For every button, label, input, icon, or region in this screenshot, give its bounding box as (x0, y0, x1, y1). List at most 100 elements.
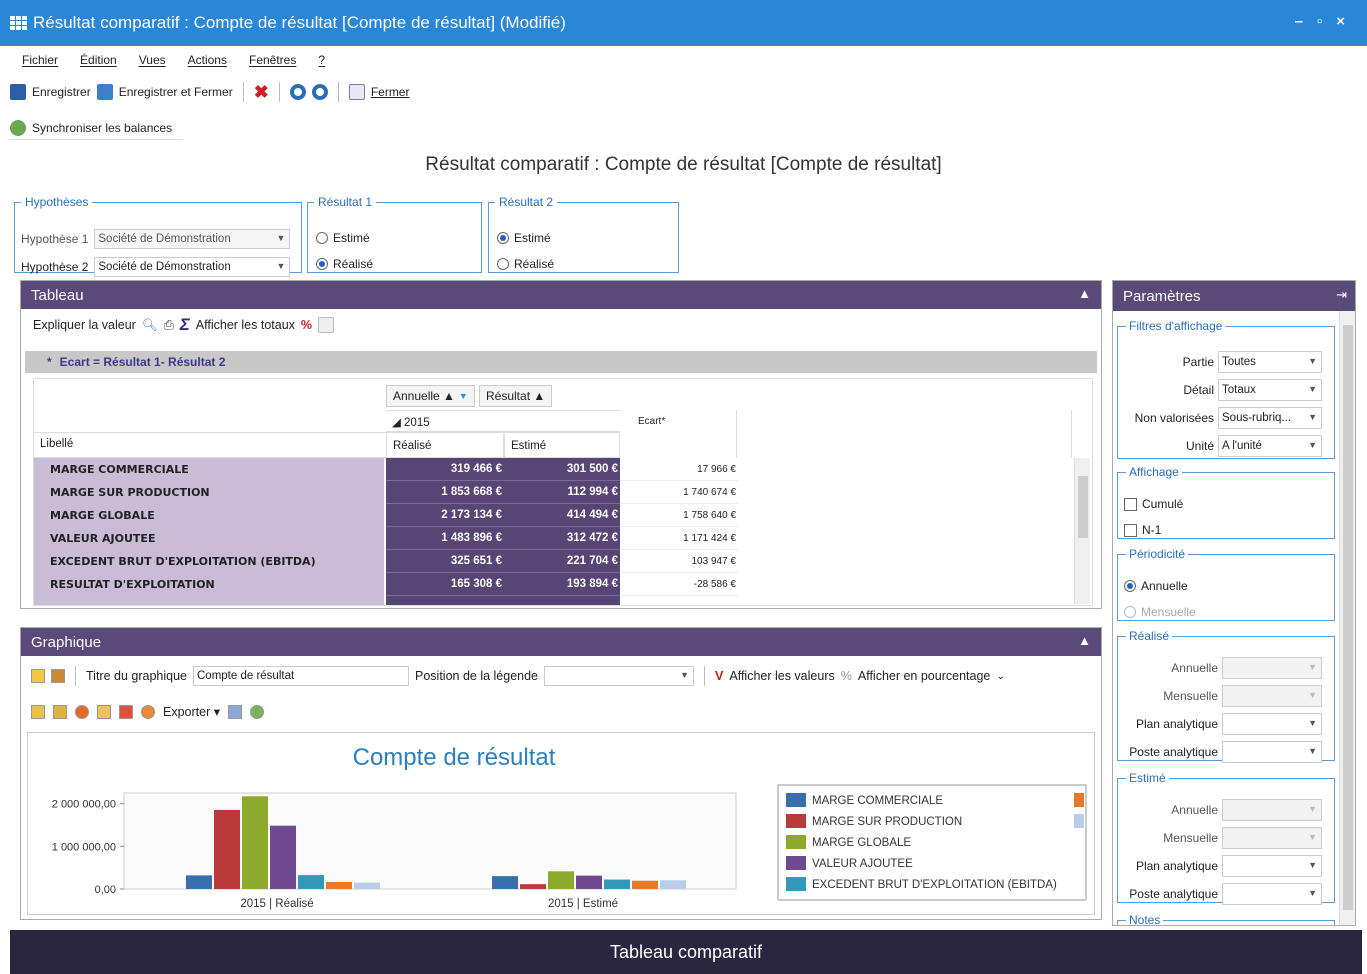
year-header[interactable]: ◢ 2015 (386, 410, 620, 432)
estime-header[interactable]: Estimé (504, 432, 620, 458)
estime-mensuelle-select[interactable]: ▼ (1222, 827, 1322, 849)
menu-fichier[interactable]: Fichier (22, 53, 58, 67)
radio-button[interactable] (497, 258, 509, 270)
estime-annuelle-select[interactable]: ▼ (1222, 799, 1322, 821)
save-close-icon[interactable] (96, 84, 113, 100)
ecart-cell[interactable]: 1 171 424 € (620, 527, 738, 550)
next-icon[interactable] (311, 84, 328, 100)
radio-button[interactable] (316, 232, 328, 244)
refresh-icon[interactable] (250, 704, 264, 719)
ecart-cell[interactable]: 1 758 640 € (620, 504, 738, 527)
percent-icon[interactable]: % (841, 669, 852, 683)
realise-cell[interactable]: 319 466 € (386, 458, 504, 481)
realise-header[interactable]: Réalisé (386, 432, 504, 458)
chevron-down-icon[interactable]: ⌄ (996, 671, 1004, 682)
realise-cell[interactable]: 1 853 668 € (386, 481, 504, 504)
resultat1-realise-option[interactable]: Réalisé (316, 257, 373, 271)
hbar-chart-icon[interactable] (97, 704, 111, 719)
realise-cell[interactable]: 1 483 896 € (386, 527, 504, 550)
close-window-button[interactable]: × (1336, 13, 1345, 30)
palette-icon[interactable] (51, 669, 65, 683)
pin-icon[interactable]: ⇥ (1336, 287, 1347, 303)
grid-view-icon[interactable] (31, 669, 45, 683)
close-button[interactable]: Fermer (371, 85, 410, 99)
scrollbar-thumb[interactable] (1078, 476, 1088, 538)
show-values-button[interactable]: Afficher les valeurs (729, 669, 834, 683)
radio-button[interactable] (1124, 606, 1136, 618)
partie-select[interactable]: Toutes ▼ (1218, 351, 1322, 373)
resultat2-realise-option[interactable]: Réalisé (497, 257, 554, 271)
maximize-button[interactable]: ▫ (1317, 13, 1322, 30)
area-chart-icon[interactable] (119, 704, 133, 719)
ecart-cell[interactable]: -28 586 € (620, 573, 738, 596)
filter-icon[interactable]: ▼ (459, 391, 468, 401)
table-scrollbar[interactable] (1074, 458, 1090, 604)
unite-select[interactable]: A l'unité ▼ (1218, 435, 1322, 457)
donut-chart-icon[interactable] (141, 704, 155, 719)
ecart-cell[interactable]: 103 947 € (620, 550, 738, 573)
ecart-cell[interactable]: 1 740 674 € (620, 481, 738, 504)
radio-button-selected[interactable] (1124, 580, 1136, 592)
collapse-icon[interactable]: ▲ (1078, 286, 1091, 301)
estime-cell[interactable]: 312 472 € (504, 527, 620, 550)
pivot-field-resultat[interactable]: Résultat ▲ (479, 385, 553, 407)
sync-icon[interactable] (10, 119, 26, 136)
pivot-field-annuelle[interactable]: Annuelle ▲ ▼ (386, 385, 475, 407)
save-button[interactable]: Enregistrer (32, 85, 91, 99)
estime-poste-select[interactable]: ▼ (1222, 883, 1322, 905)
n1-checkbox[interactable]: N-1 (1124, 523, 1161, 537)
bar-chart-icon[interactable] (31, 704, 45, 719)
chart-title-input[interactable]: Compte de résultat (193, 666, 409, 686)
checkbox[interactable] (1124, 497, 1137, 511)
explain-value-button[interactable]: Expliquer la valeur (33, 318, 136, 332)
save-close-button[interactable]: Enregistrer et Fermer (119, 85, 233, 99)
radio-button-selected[interactable] (316, 258, 328, 270)
zoom-icon[interactable] (228, 704, 242, 719)
values-icon[interactable]: V (715, 669, 723, 683)
resultat2-estime-option[interactable]: Estimé (497, 231, 551, 245)
scrollbar-thumb[interactable] (1343, 325, 1353, 910)
legend-position-select[interactable]: ▼ (544, 666, 695, 686)
show-percent-button[interactable]: Afficher en pourcentage (858, 669, 991, 683)
menu-fenetres[interactable]: Fenêtres (249, 53, 296, 67)
non-valorisees-select[interactable]: Sous-rubriq... ▼ (1218, 407, 1322, 429)
realise-cell[interactable]: 325 651 € (386, 550, 504, 573)
pie-chart-icon[interactable] (75, 704, 89, 719)
estime-plan-select[interactable]: ▼ (1222, 855, 1322, 877)
realise-poste-select[interactable]: ▼ (1222, 741, 1322, 763)
realise-cell[interactable]: 165 308 € (386, 573, 504, 596)
realise-mensuelle-select[interactable]: ▼ (1222, 685, 1322, 707)
realise-cell[interactable]: 2 173 134 € (386, 504, 504, 527)
previous-icon[interactable] (289, 84, 306, 100)
collapse-icon[interactable]: ▲ (1078, 633, 1091, 648)
print-icon[interactable]: ⎙ (164, 318, 174, 333)
libelle-header[interactable]: Libellé (34, 432, 386, 458)
save-icon[interactable] (10, 84, 26, 100)
delete-icon[interactable]: ✖ (254, 83, 269, 101)
hypothesis2-select[interactable]: Société de Démonstration ▼ (94, 257, 291, 277)
search-icon[interactable]: 🔍︎ (142, 318, 158, 333)
parametres-scrollbar[interactable] (1339, 311, 1355, 925)
menu-vues[interactable]: Vues (139, 53, 166, 67)
resultat1-estime-option[interactable]: Estimé (316, 231, 370, 245)
sigma-icon[interactable]: Σ (180, 315, 190, 335)
estime-cell[interactable]: 301 500 € (504, 458, 620, 481)
ecart-cell[interactable]: 17 966 € (620, 458, 738, 481)
menu-actions[interactable]: Actions (188, 53, 227, 67)
menu-edition[interactable]: Édition (80, 53, 117, 67)
periodicite-mensuelle-option[interactable]: Mensuelle (1124, 605, 1196, 619)
estime-cell[interactable]: 414 494 € (504, 504, 620, 527)
line-chart-icon[interactable] (53, 704, 67, 719)
close-doc-icon[interactable] (348, 84, 365, 100)
realise-annuelle-select[interactable]: ▼ (1222, 657, 1322, 679)
estime-cell[interactable]: 221 704 € (504, 550, 620, 573)
detail-select[interactable]: Totaux ▼ (1218, 379, 1322, 401)
checkbox[interactable] (1124, 523, 1137, 537)
hypothesis1-select[interactable]: Société de Démonstration ▼ (94, 229, 291, 249)
estime-cell[interactable]: 193 894 € (504, 573, 620, 596)
minimize-button[interactable]: – (1295, 13, 1303, 30)
estime-cell[interactable]: 112 994 € (504, 481, 620, 504)
radio-button-selected[interactable] (497, 232, 509, 244)
show-totals-button[interactable]: Afficher les totaux (196, 318, 295, 332)
export-button[interactable]: Exporter ▾ (163, 704, 220, 719)
